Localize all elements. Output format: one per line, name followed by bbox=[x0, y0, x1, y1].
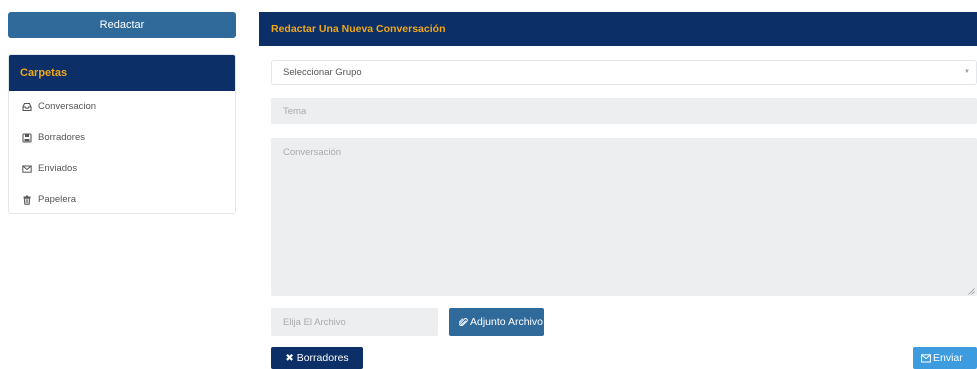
inbox-icon bbox=[21, 101, 32, 112]
page-title: Redactar Una Nueva Conversación bbox=[259, 12, 977, 46]
sidebar-item-conversacion[interactable]: Conversacion bbox=[9, 91, 235, 122]
message-textarea[interactable]: Conversación bbox=[271, 138, 977, 296]
sidebar-item-label: Enviados bbox=[38, 163, 78, 174]
resize-handle-icon[interactable] bbox=[968, 287, 975, 295]
attach-button-label: Adjunto Archivo bbox=[470, 316, 543, 328]
trash-icon bbox=[21, 194, 32, 205]
drafts-button[interactable]: ✖ Borradores bbox=[271, 347, 363, 369]
sidebar-item-enviados[interactable]: Enviados bbox=[9, 153, 235, 184]
file-input[interactable]: Elija El Archivo bbox=[271, 308, 438, 336]
drafts-button-label: Borradores bbox=[296, 352, 349, 364]
file-input-placeholder: Elija El Archivo bbox=[283, 316, 346, 328]
message-placeholder: Conversación bbox=[283, 147, 342, 158]
envelope-icon bbox=[921, 353, 931, 362]
send-button-label: Enviar bbox=[933, 352, 963, 364]
attach-button[interactable]: Adjunto Archivo bbox=[449, 308, 544, 336]
sidebar-item-label: Papelera bbox=[38, 194, 77, 205]
close-icon: ✖ bbox=[285, 352, 294, 364]
sidebar-item-papelera[interactable]: Papelera bbox=[9, 184, 235, 213]
group-select[interactable]: Seleccionar Grupo ▼ bbox=[271, 60, 977, 85]
sidebar-item-label: Borradores bbox=[38, 132, 85, 143]
paperclip-icon bbox=[459, 317, 468, 326]
folders-title: Carpetas bbox=[9, 55, 235, 91]
sidebar-item-label: Conversacion bbox=[38, 101, 97, 112]
subject-input[interactable]: Tema bbox=[271, 98, 977, 124]
chevron-down-icon: ▼ bbox=[964, 69, 970, 75]
envelope-icon bbox=[21, 163, 32, 174]
folders-panel: Carpetas Conversacion Borradores Enviado… bbox=[8, 54, 236, 214]
send-button[interactable]: Enviar bbox=[913, 347, 977, 369]
compose-button[interactable]: Redactar bbox=[8, 12, 236, 38]
sidebar-item-borradores[interactable]: Borradores bbox=[9, 122, 235, 153]
group-select-value: Seleccionar Grupo bbox=[283, 67, 362, 78]
save-icon bbox=[21, 132, 32, 143]
subject-placeholder: Tema bbox=[283, 105, 307, 117]
